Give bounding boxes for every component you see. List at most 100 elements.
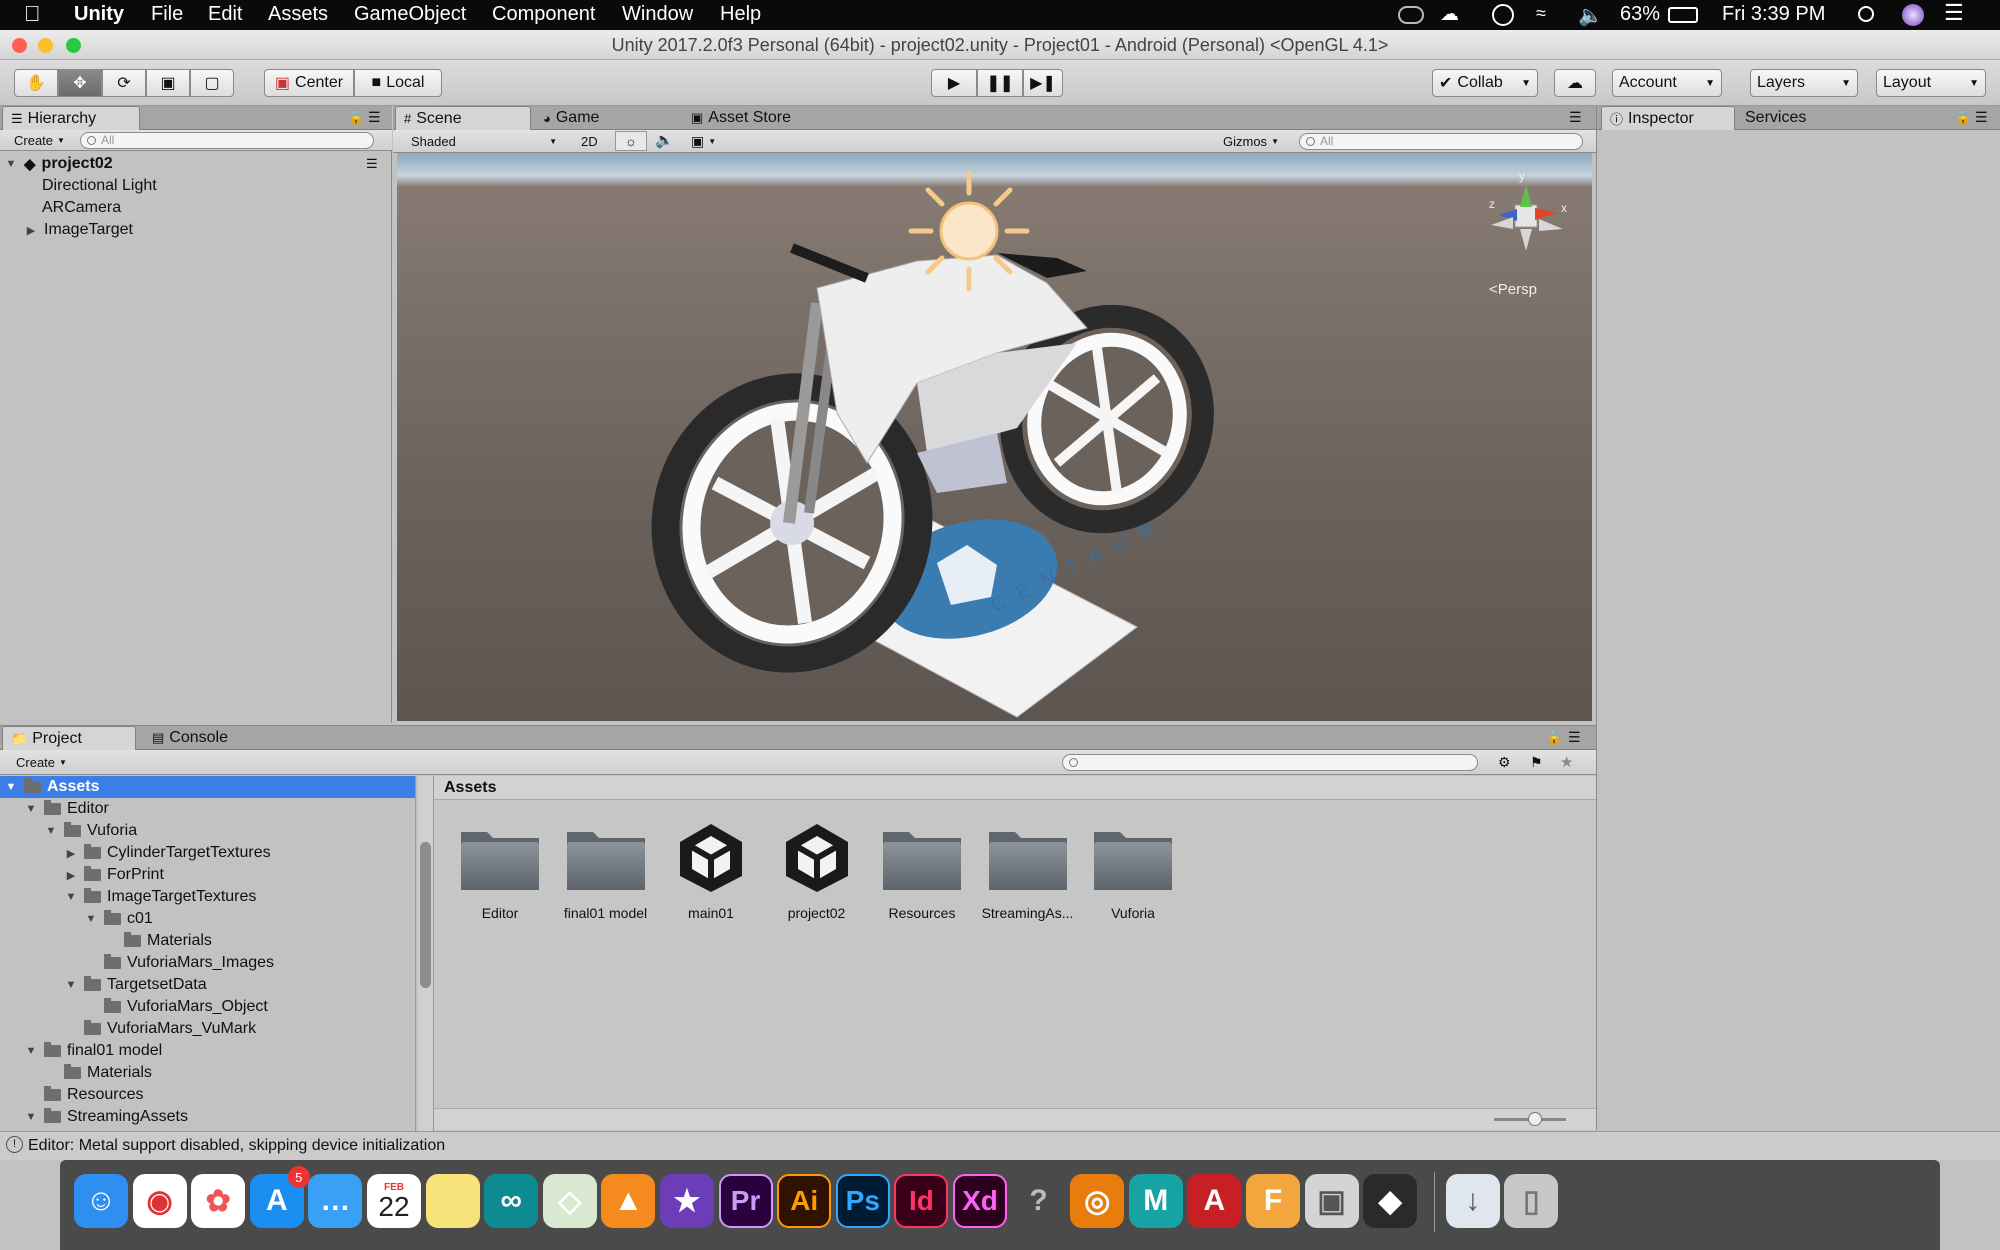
notes-icon[interactable] [425, 1174, 480, 1228]
scale-tool-button[interactable]: ▣ [146, 69, 190, 97]
asset-item-streamingas[interactable]: StreamingAs... [978, 822, 1078, 921]
panel-menu-icon[interactable]: ☰ [1569, 109, 1582, 126]
vlc-icon[interactable]: ▲ [601, 1174, 656, 1228]
layout-dropdown[interactable]: Layout ▼ [1876, 69, 1986, 97]
cloud-button[interactable]: ☁ [1554, 69, 1596, 97]
panel-menu-icon[interactable]: ☰ [1975, 109, 1988, 126]
scene-menu-icon[interactable]: ☰ [366, 156, 378, 172]
expand-arrow-icon[interactable]: ▶ [24, 224, 38, 237]
expand-arrow-icon[interactable]: ▼ [4, 158, 18, 170]
chrome-icon[interactable]: ◉ [132, 1174, 187, 1228]
tab-services[interactable]: Services [1737, 106, 1814, 130]
imovie-icon[interactable]: ★ [660, 1174, 714, 1228]
expand-arrow-icon[interactable]: ▼ [24, 1045, 38, 1057]
tree-row-cylindertargettextures[interactable]: ▶ CylinderTargetTextures [64, 842, 271, 864]
pivot-center-button[interactable]: ▣ Center [264, 69, 354, 97]
hierarchy-search-input[interactable]: All [80, 132, 374, 149]
menu-gameobject[interactable]: GameObject [354, 3, 466, 26]
tree-row-c01[interactable]: ▼ c01 [84, 908, 153, 930]
asset-item-project02[interactable]: project02 [767, 822, 867, 921]
expand-arrow-icon[interactable]: ▶ [64, 847, 78, 860]
projection-toggle[interactable]: <Persp [1489, 281, 1537, 298]
wifi-icon[interactable]: ≈ [1536, 3, 1546, 24]
status-message[interactable]: Editor: Metal support disabled, skipping… [28, 1137, 445, 1155]
rect-tool-button[interactable]: ▢ [190, 69, 234, 97]
expand-arrow-icon[interactable]: ▼ [24, 803, 38, 815]
time-machine-icon[interactable] [1492, 4, 1514, 26]
trash-icon[interactable]: ▯ [1504, 1174, 1559, 1228]
hierarchy-item-directional-light[interactable]: Directional Light [42, 175, 157, 197]
tree-scrollbar[interactable] [418, 776, 434, 1131]
project-search-input[interactable] [1062, 754, 1478, 771]
menu-edit[interactable]: Edit [208, 3, 242, 26]
volume-icon[interactable]: 🔈 [1578, 3, 1603, 28]
project-create-button[interactable]: Create ▼ [16, 755, 67, 770]
tree-row-vuforiamars-vumark[interactable]: VuforiaMars_VuMark [64, 1018, 256, 1040]
indesign-icon[interactable]: Id [894, 1174, 949, 1228]
expand-arrow-icon[interactable]: ▶ [64, 869, 78, 882]
menu-file[interactable]: File [151, 3, 183, 26]
expand-arrow-icon[interactable]: ▼ [64, 979, 78, 991]
menu-app-name[interactable]: Unity [74, 3, 124, 26]
expand-arrow-icon[interactable]: ▼ [24, 1111, 38, 1123]
notification-center-icon[interactable]: ☰ [1944, 0, 1964, 26]
panel-menu-icon[interactable]: ☰ [1568, 729, 1581, 746]
premiere-icon[interactable]: Pr [718, 1174, 773, 1228]
tree-row-imagetargettextures[interactable]: ▼ ImageTargetTextures [64, 886, 256, 908]
siri-icon[interactable] [1902, 4, 1924, 26]
hierarchy-item-imagetarget[interactable]: ▶ ImageTarget [24, 219, 133, 241]
expand-arrow-icon[interactable]: ▼ [44, 825, 58, 837]
battery-icon[interactable] [1668, 7, 1698, 23]
tab-project[interactable]: 📁 Project [2, 726, 136, 750]
filter-by-type-icon[interactable]: ⚙ [1498, 754, 1511, 771]
icon-size-slider-thumb[interactable] [1528, 1112, 1542, 1126]
collab-dropdown[interactable]: ✔ Collab ▼ [1432, 69, 1538, 97]
downloads-icon[interactable]: ↓ [1445, 1174, 1500, 1228]
lighting-toggle-button[interactable]: ☼ [615, 131, 647, 151]
account-dropdown[interactable]: Account ▼ [1612, 69, 1722, 97]
panel-menu-icon[interactable]: ☰ [368, 109, 381, 126]
play-button[interactable]: ▶ [931, 69, 977, 97]
scene-search-input[interactable]: All [1299, 133, 1583, 150]
finder-icon[interactable]: ☺ [74, 1174, 128, 1228]
photoshop-icon[interactable]: Ps [835, 1174, 890, 1228]
step-button[interactable]: ▶❚ [1023, 69, 1063, 97]
expand-arrow-icon[interactable]: ▼ [4, 781, 18, 793]
expand-arrow-icon[interactable]: ▼ [84, 913, 98, 925]
tree-row-resources[interactable]: Resources [24, 1084, 143, 1106]
hierarchy-item-arcamera[interactable]: ARCamera [42, 197, 121, 219]
maps-icon[interactable]: ◇ [542, 1174, 597, 1228]
preview-icon[interactable]: ▣ [1304, 1174, 1359, 1228]
asset-item-final01-model[interactable]: final01 model [556, 822, 656, 921]
menu-help[interactable]: Help [720, 3, 761, 26]
tree-row-editor[interactable]: ▼ Editor [24, 798, 109, 820]
breadcrumb-assets[interactable]: Assets [444, 779, 496, 797]
layers-dropdown[interactable]: Layers ▼ [1750, 69, 1858, 97]
tree-row-vuforiamars-object[interactable]: VuforiaMars_Object [84, 996, 268, 1018]
tree-row-materials[interactable]: Materials [44, 1062, 152, 1084]
tree-row-final01-model[interactable]: ▼ final01 model [24, 1040, 162, 1062]
tree-row-materials[interactable]: Materials [104, 930, 212, 952]
scene-viewport[interactable]: y x z <Persp CENTAUR [397, 153, 1592, 721]
tab-inspector[interactable]: ⓘ Inspector [1601, 106, 1735, 130]
menu-component[interactable]: Component [492, 3, 595, 26]
lock-icon[interactable]: 🔒 [348, 110, 364, 126]
autocad-icon[interactable]: A [1187, 1174, 1242, 1228]
tab-game[interactable]: ◕ Game [535, 106, 607, 130]
blender-icon[interactable]: ◎ [1070, 1174, 1125, 1228]
xd-icon[interactable]: Xd [953, 1174, 1007, 1228]
asset-item-vuforia[interactable]: Vuforia [1083, 822, 1183, 921]
gizmos-dropdown[interactable]: Gizmos ▼ [1223, 134, 1279, 149]
cloud-upload-icon[interactable]: ☁ [1440, 3, 1459, 26]
tree-row-assets[interactable]: ▼ Assets [0, 776, 415, 798]
move-tool-button[interactable]: ✥ [58, 69, 102, 97]
photos-icon[interactable]: ✿ [191, 1174, 246, 1228]
tree-row-vuforia[interactable]: ▼ Vuforia [44, 820, 137, 842]
fusion360-icon[interactable]: F [1246, 1174, 1300, 1228]
clock[interactable]: Fri 3:39 PM [1722, 3, 1825, 26]
lock-icon[interactable]: 🔒 [1955, 110, 1971, 126]
favorite-star-icon[interactable]: ★ [1560, 753, 1573, 771]
illustrator-icon[interactable]: Ai [777, 1174, 832, 1228]
hand-tool-button[interactable]: ✋ [14, 69, 58, 97]
tab-console[interactable]: ▤ Console [144, 726, 236, 750]
